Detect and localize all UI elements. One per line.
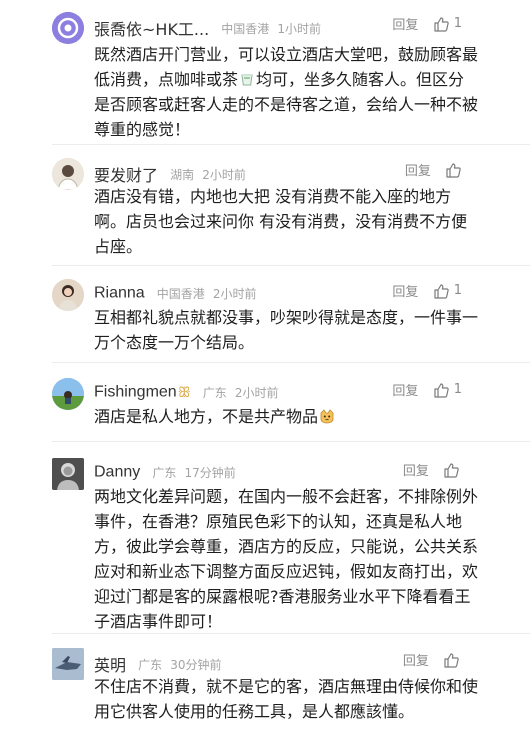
post-time: 1小时前 <box>277 21 322 36</box>
comment-text: 酒店是私人地方，不是共产物品 <box>94 404 518 429</box>
user-location: 湖南 <box>170 167 195 182</box>
reply-button[interactable]: 回复 <box>403 464 429 479</box>
user-name[interactable]: Fishingmen <box>94 384 177 401</box>
comment-text: 酒店没有错，内地也大把 没有消费不能入座的地方 啊。店员也会过来问你 有没有消费… <box>94 187 468 256</box>
divider <box>52 144 530 145</box>
thumbs-up-icon[interactable] <box>445 162 461 178</box>
avatar[interactable] <box>52 12 84 44</box>
post-time: 2小时前 <box>202 167 246 182</box>
avatar[interactable] <box>52 458 84 490</box>
divider <box>52 265 530 266</box>
reply-button[interactable]: 回复 <box>392 285 418 300</box>
divider <box>52 441 530 442</box>
comment-item: Danny 广东 17分钟前 回复 两地文化差异问题，在国内一般不会赶客，不排除… <box>0 458 530 634</box>
like-count: 1 <box>453 382 462 397</box>
post-time: 2小时前 <box>234 386 279 400</box>
thumbs-up-icon[interactable] <box>433 16 449 32</box>
tea-cup-icon <box>239 71 255 87</box>
reply-button[interactable]: 回复 <box>405 164 431 179</box>
thumbs-up-icon[interactable] <box>443 652 459 668</box>
user-location: 广东 <box>152 466 177 480</box>
thumbs-up-icon[interactable] <box>433 283 449 299</box>
avatar[interactable] <box>52 279 84 311</box>
thumbs-up-icon[interactable] <box>443 462 459 478</box>
ribbon-icon: ꕥ <box>177 384 191 401</box>
reply-button[interactable]: 回复 <box>392 384 418 399</box>
comment-item: 英明 广东 30分钟前 回复 不住店不消費，就不是它的客，酒店無理由侍候你和使 … <box>0 648 530 728</box>
like-count: 1 <box>453 283 462 298</box>
avatar[interactable] <box>52 158 84 190</box>
comment-text: 不住店不消費，就不是它的客，酒店無理由侍候你和使 用它供客人使用的任務工具，是人… <box>94 677 479 721</box>
avatar[interactable] <box>52 378 84 410</box>
divider <box>52 362 530 363</box>
avatar[interactable] <box>52 648 84 680</box>
cat-face-icon <box>319 408 335 424</box>
reply-button[interactable]: 回复 <box>392 18 418 33</box>
user-location: 中国香港 <box>221 21 270 36</box>
comment-item: Fishingmenꕥ 广东 2小时前 回复 1 酒店是私人地方，不是共产物品 <box>0 378 530 432</box>
user-location: 广东 <box>138 657 163 672</box>
user-name[interactable]: Rianna <box>94 285 145 302</box>
post-time: 30分钟前 <box>170 657 222 672</box>
comment-text: 互相都礼貌点就都没事，吵架吵得就是态度，一件事一 万个态度一万个结局。 <box>94 308 479 352</box>
user-name[interactable]: Danny <box>94 464 140 481</box>
post-time: 2小时前 <box>212 287 257 301</box>
comment-item: 要发财了 湖南 2小时前 回复 酒店没有错，内地也大把 没有消费不能入座的地方 … <box>0 158 530 262</box>
reply-button[interactable]: 回复 <box>403 654 429 669</box>
comment-text: 既然酒店开门营业，可以设立酒店大堂吧，鼓励顾客最 低消费，点咖啡或茶 均可，坐多久… <box>94 45 479 139</box>
user-name[interactable]: 張喬依~HK工... <box>94 20 209 39</box>
user-name[interactable]: 英明 <box>94 656 126 675</box>
post-time: 17分钟前 <box>184 466 236 480</box>
divider <box>52 633 530 634</box>
comment-item: Rianna 中国香港 2小时前 回复 1 互相都礼貌点就都没事，吵架吵得就是态… <box>0 279 530 355</box>
thumbs-up-icon[interactable] <box>433 382 449 398</box>
user-location: 中国香港 <box>156 287 205 301</box>
comment-list: 張喬依~HK工... 中国香港 1小时前 回复 1 既然酒店开门营业，可以设立酒… <box>0 0 530 744</box>
comment-text: 两地文化差异问题，在国内一般不会赶客，不排除例外 事件，在香港？原殖民色彩下的认… <box>94 487 479 631</box>
user-name[interactable]: 要发财了 <box>94 166 158 185</box>
like-count: 1 <box>453 16 462 31</box>
comment-item: 張喬依~HK工... 中国香港 1小时前 回复 1 既然酒店开门营业，可以设立酒… <box>0 12 530 140</box>
user-location: 广东 <box>202 386 227 400</box>
